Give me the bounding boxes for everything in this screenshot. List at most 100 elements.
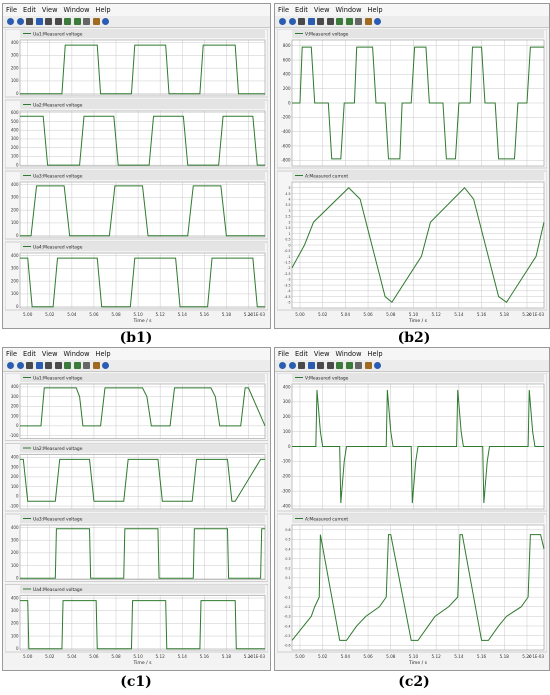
cursor-icon[interactable] (54, 362, 62, 369)
zoom-icon[interactable] (298, 362, 305, 369)
menu-window[interactable]: Window (63, 6, 89, 14)
fit-icon[interactable] (317, 18, 324, 25)
grid-icon[interactable] (355, 362, 362, 369)
subplot: A:Measured current -5 -4.5 -4 -3.5-3 -2.5 -2 -1… (277, 170, 547, 311)
help-icon[interactable] (374, 18, 381, 25)
menu-view[interactable]: View (42, 350, 58, 358)
y-tick-label: 3.5 (285, 203, 290, 207)
save-icon[interactable] (345, 18, 353, 25)
grid-icon[interactable] (83, 18, 90, 25)
help-icon[interactable] (374, 362, 381, 369)
fit-icon[interactable] (45, 362, 52, 369)
copy-icon[interactable] (364, 362, 372, 369)
y-tick-label: -4 (287, 289, 290, 293)
copy-icon[interactable] (364, 18, 372, 25)
y-tick-label: 0 (288, 243, 290, 247)
back-icon[interactable] (7, 18, 14, 25)
y-tick-label: 4 (288, 197, 290, 201)
menu-edit[interactable]: Edit (295, 350, 308, 358)
menu-file[interactable]: File (278, 6, 289, 14)
menu-window[interactable]: Window (335, 6, 361, 14)
y-tick-label: 0.5 (285, 238, 290, 242)
plot-area: Ua1:Measured voltage-1000100200300400Ua2… (5, 373, 268, 666)
x-axis-multiplier: × 1E-03 (249, 312, 266, 317)
menu-help[interactable]: Help (95, 350, 110, 358)
y-tick-label: 600 (11, 110, 19, 115)
menu-view[interactable]: View (314, 6, 330, 14)
menu-file[interactable]: File (278, 350, 289, 358)
cursor-icon[interactable] (326, 18, 334, 25)
save-icon[interactable] (73, 18, 81, 25)
forward-icon[interactable] (16, 362, 24, 369)
x-tick-label: 5.04 (341, 654, 351, 659)
camera-icon[interactable] (64, 18, 71, 25)
y-tick-label: 300 (11, 538, 19, 543)
menu-file[interactable]: File (6, 350, 17, 358)
x-tick-label: 5.10 (409, 312, 419, 317)
x-tick-label: 5.14 (178, 312, 188, 317)
zoom-icon[interactable] (298, 18, 305, 25)
help-icon[interactable] (102, 362, 109, 369)
cursor-icon[interactable] (326, 362, 334, 369)
caption-b1: (b1) (119, 330, 153, 346)
plot-background (20, 111, 265, 166)
camera-icon[interactable] (336, 362, 343, 369)
cursor-icon[interactable] (54, 18, 62, 25)
menu-help[interactable]: Help (367, 350, 382, 358)
zoom-box-icon[interactable] (35, 18, 43, 25)
copy-icon[interactable] (92, 362, 100, 369)
fit-icon[interactable] (317, 362, 324, 369)
camera-icon[interactable] (336, 18, 343, 25)
subplot-title: Ua3:Measured voltage (33, 173, 83, 179)
x-tick-label: 5.08 (111, 312, 121, 317)
zoom-icon[interactable] (26, 18, 33, 25)
grid-icon[interactable] (355, 18, 362, 25)
menu-edit[interactable]: Edit (23, 350, 36, 358)
subplot: Ua3:Measured voltage0100200300400 (5, 513, 268, 582)
menu-edit[interactable]: Edit (23, 6, 36, 14)
y-tick-label: 400 (11, 384, 19, 389)
forward-icon[interactable] (288, 18, 296, 25)
x-axis: 5.00 5.02 5.04 5.06 5.08 5.10 5.12 5.14 5.16 5.18… (23, 312, 265, 324)
subplot: V:Measured voltage-400-300-200-100010020… (277, 373, 547, 512)
y-tick-label: 300 (283, 399, 291, 404)
menu-view[interactable]: View (42, 6, 58, 14)
back-icon[interactable] (279, 18, 286, 25)
subplot: Ua2:Measured voltage-1000100200300400 (5, 443, 268, 512)
x-tick-label: 5.18 (222, 654, 232, 659)
caption-b2: (b2) (397, 330, 431, 346)
zoom-box-icon[interactable] (35, 362, 43, 369)
save-icon[interactable] (73, 362, 81, 369)
menu-window[interactable]: Window (63, 350, 89, 358)
y-tick-label: 400 (283, 72, 291, 77)
help-icon[interactable] (102, 18, 109, 25)
zoom-box-icon[interactable] (307, 18, 315, 25)
y-tick-label: -400 (281, 129, 291, 134)
back-icon[interactable] (279, 362, 286, 369)
x-tick-label: 5.06 (363, 654, 373, 659)
x-tick-label: 5.10 (133, 312, 143, 317)
fit-icon[interactable] (45, 18, 52, 25)
menu-view[interactable]: View (314, 350, 330, 358)
menu-file[interactable]: File (6, 6, 17, 14)
y-tick-label: 200 (11, 474, 19, 479)
menu-help[interactable]: Help (367, 6, 382, 14)
x-tick-label: 5.00 (23, 654, 33, 659)
save-icon[interactable] (345, 362, 353, 369)
plot-area: Ua1:Measured voltage0100200300400Ua2:Mea… (5, 29, 268, 324)
menu-edit[interactable]: Edit (295, 6, 308, 14)
zoom-box-icon[interactable] (307, 362, 315, 369)
back-icon[interactable] (7, 362, 14, 369)
copy-icon[interactable] (92, 18, 100, 25)
menu-window[interactable]: Window (335, 350, 361, 358)
y-tick-label: -0.3 (284, 615, 290, 619)
menu-help[interactable]: Help (95, 6, 110, 14)
x-axis: 5.00 5.02 5.04 5.06 5.08 5.10 5.12 5.14 5.16 5.18… (23, 654, 265, 666)
camera-icon[interactable] (64, 362, 71, 369)
forward-icon[interactable] (288, 362, 296, 369)
x-axis-label: Time / s (408, 660, 428, 666)
forward-icon[interactable] (16, 18, 24, 25)
zoom-icon[interactable] (26, 362, 33, 369)
subplot-title: Ua4:Measured voltage (33, 244, 83, 250)
grid-icon[interactable] (83, 362, 90, 369)
